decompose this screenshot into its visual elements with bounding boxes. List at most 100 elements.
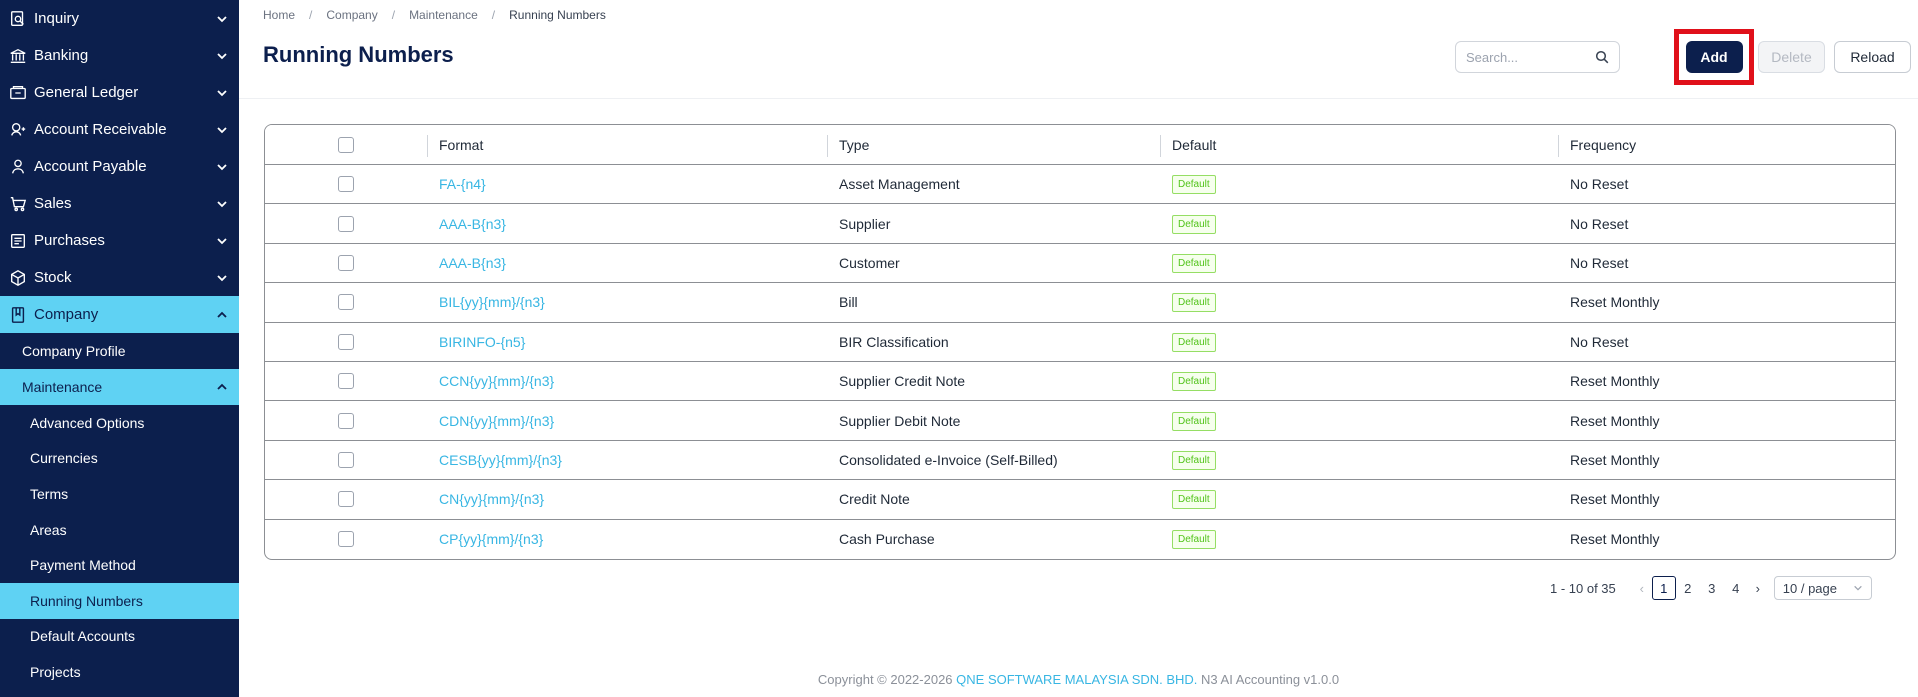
- row-checkbox[interactable]: [338, 254, 354, 271]
- row-checkbox[interactable]: [338, 491, 354, 508]
- sidebar-item-company[interactable]: Company: [0, 296, 239, 333]
- frequency-cell: Reset Monthly: [1570, 451, 1660, 468]
- sidebar-item-account-receivable[interactable]: Account Receivable: [0, 111, 239, 148]
- format-link[interactable]: CCN{yy}{mm}/{n3}: [439, 373, 554, 389]
- sidebar-item-account-payable[interactable]: Account Payable: [0, 148, 239, 185]
- breadcrumb-separator: /: [391, 8, 396, 22]
- breadcrumb: Home / Company / Maintenance / Running N…: [263, 8, 606, 22]
- frequency-cell: Reset Monthly: [1570, 491, 1660, 508]
- row-checkbox[interactable]: [338, 373, 354, 390]
- format-cell: AAA-B{n3}: [427, 216, 827, 232]
- column-header-type[interactable]: Type: [827, 134, 1160, 157]
- chevron-down-icon: [215, 160, 229, 174]
- sidebar-item-banking[interactable]: Banking: [0, 37, 239, 74]
- format-link[interactable]: BIL{yy}{mm}/{n3}: [439, 294, 545, 310]
- stock-icon: [8, 268, 28, 288]
- sidebar-item-running-numbers[interactable]: Running Numbers: [0, 582, 239, 619]
- row-checkbox[interactable]: [338, 333, 354, 350]
- column-header-default[interactable]: Default: [1160, 134, 1558, 157]
- table-row: CDN{yy}{mm}/{n3} Supplier Debit Note Def…: [265, 401, 1895, 441]
- sidebar-item-projects[interactable]: Projects: [0, 654, 239, 690]
- row-checkbox[interactable]: [338, 451, 354, 468]
- breadcrumb-home[interactable]: Home: [263, 8, 295, 22]
- format-link[interactable]: AAA-B{n3}: [439, 255, 506, 271]
- sidebar-item-advanced-options[interactable]: Advanced Options: [0, 405, 239, 441]
- chevron-down-icon: [215, 271, 229, 285]
- row-checkbox[interactable]: [338, 215, 354, 232]
- default-cell: Default: [1160, 253, 1558, 273]
- sidebar-item-areas[interactable]: Areas: [0, 512, 239, 548]
- format-link[interactable]: CP{yy}{mm}/{n3}: [439, 531, 543, 547]
- breadcrumb-maintenance[interactable]: Maintenance: [409, 8, 478, 22]
- sidebar-item-terms[interactable]: Terms: [0, 476, 239, 512]
- receivable-icon: [8, 120, 28, 140]
- row-checkbox[interactable]: [338, 294, 354, 311]
- footer-company-link[interactable]: QNE SOFTWARE MALAYSIA SDN. BHD.: [956, 672, 1197, 687]
- add-button[interactable]: Add: [1685, 41, 1743, 73]
- sidebar-item-purchases[interactable]: Purchases: [0, 222, 239, 259]
- format-link[interactable]: BIRINFO-{n5}: [439, 334, 525, 350]
- format-link[interactable]: CESB{yy}{mm}/{n3}: [439, 452, 562, 468]
- default-cell: Default: [1160, 529, 1558, 550]
- delete-button[interactable]: Delete: [1758, 41, 1825, 73]
- column-header-label: Type: [839, 136, 870, 153]
- row-checkbox[interactable]: [338, 176, 354, 193]
- select-all-checkbox[interactable]: [338, 136, 354, 153]
- sidebar-item-default-accounts[interactable]: Default Accounts: [0, 619, 239, 655]
- page-size-select[interactable]: 10 / page: [1773, 576, 1872, 600]
- row-checkbox[interactable]: [338, 412, 354, 429]
- default-tag: Default: [1172, 411, 1216, 431]
- format-link[interactable]: CDN{yy}{mm}/{n3}: [439, 413, 554, 429]
- sidebar-item-label: Stock: [34, 269, 72, 286]
- table-row: AAA-B{n3} Supplier Default No Reset: [265, 204, 1895, 244]
- sidebar-item-stock[interactable]: Stock: [0, 259, 239, 296]
- sidebar-item-sales[interactable]: Sales: [0, 185, 239, 222]
- sidebar-item-company-profile[interactable]: Company Profile: [0, 333, 239, 369]
- format-link[interactable]: FA-{n4}: [439, 176, 486, 192]
- breadcrumb-company[interactable]: Company: [326, 8, 377, 22]
- column-header-label: Frequency: [1570, 136, 1637, 153]
- page-3[interactable]: 3: [1700, 576, 1724, 600]
- search-icon[interactable]: [1595, 50, 1609, 64]
- search-input[interactable]: [1466, 49, 1595, 65]
- page-title: Running Numbers: [263, 42, 454, 67]
- sidebar-item-currencies[interactable]: Currencies: [0, 441, 239, 477]
- chevron-up-icon: [215, 380, 229, 394]
- column-header-format[interactable]: Format: [427, 134, 827, 157]
- sidebar-item-label: Maintenance: [22, 379, 103, 395]
- default-cell: Default: [1160, 174, 1558, 195]
- payable-icon: [8, 157, 28, 177]
- reload-button[interactable]: Reload: [1834, 41, 1911, 73]
- type-cell: Supplier Debit Note: [839, 412, 961, 429]
- frequency-cell: Reset Monthly: [1570, 531, 1660, 548]
- frequency-cell: Reset Monthly: [1570, 294, 1660, 311]
- next-page-icon[interactable]: ›: [1748, 581, 1768, 596]
- type-cell: Bill: [839, 294, 858, 311]
- row-select-cell: [265, 491, 427, 508]
- type-cell: BIR Classification: [839, 333, 949, 350]
- pagination-total: 1 - 10 of 35: [1550, 580, 1616, 596]
- column-header-label: Default: [1172, 136, 1217, 153]
- add-button-highlight: Add: [1674, 29, 1754, 85]
- chevron-up-icon: [215, 308, 229, 322]
- breadcrumb-separator: /: [309, 8, 313, 22]
- sidebar-item-inquiry[interactable]: Inquiry: [0, 0, 239, 37]
- sidebar-item-maintenance[interactable]: Maintenance: [0, 369, 239, 405]
- column-header-frequency[interactable]: Frequency: [1558, 134, 1895, 157]
- frequency-cell: No Reset: [1570, 215, 1629, 232]
- sidebar-item-payment-method[interactable]: Payment Method: [0, 547, 239, 583]
- sidebar-item-general-ledger[interactable]: General Ledger: [0, 74, 239, 111]
- default-cell: Default: [1160, 411, 1558, 431]
- prev-page-icon[interactable]: ‹: [1632, 581, 1652, 596]
- page-2[interactable]: 2: [1676, 576, 1700, 600]
- row-select-cell: [265, 531, 427, 548]
- row-checkbox[interactable]: [338, 531, 354, 548]
- format-link[interactable]: CN{yy}{mm}/{n3}: [439, 491, 544, 507]
- default-tag: Default: [1172, 214, 1216, 234]
- format-link[interactable]: AAA-B{n3}: [439, 216, 506, 232]
- inquiry-icon: [8, 9, 28, 29]
- ledger-icon: [8, 83, 28, 103]
- page-1[interactable]: 1: [1651, 576, 1676, 600]
- page-4[interactable]: 4: [1724, 576, 1748, 600]
- default-tag: Default: [1172, 530, 1216, 550]
